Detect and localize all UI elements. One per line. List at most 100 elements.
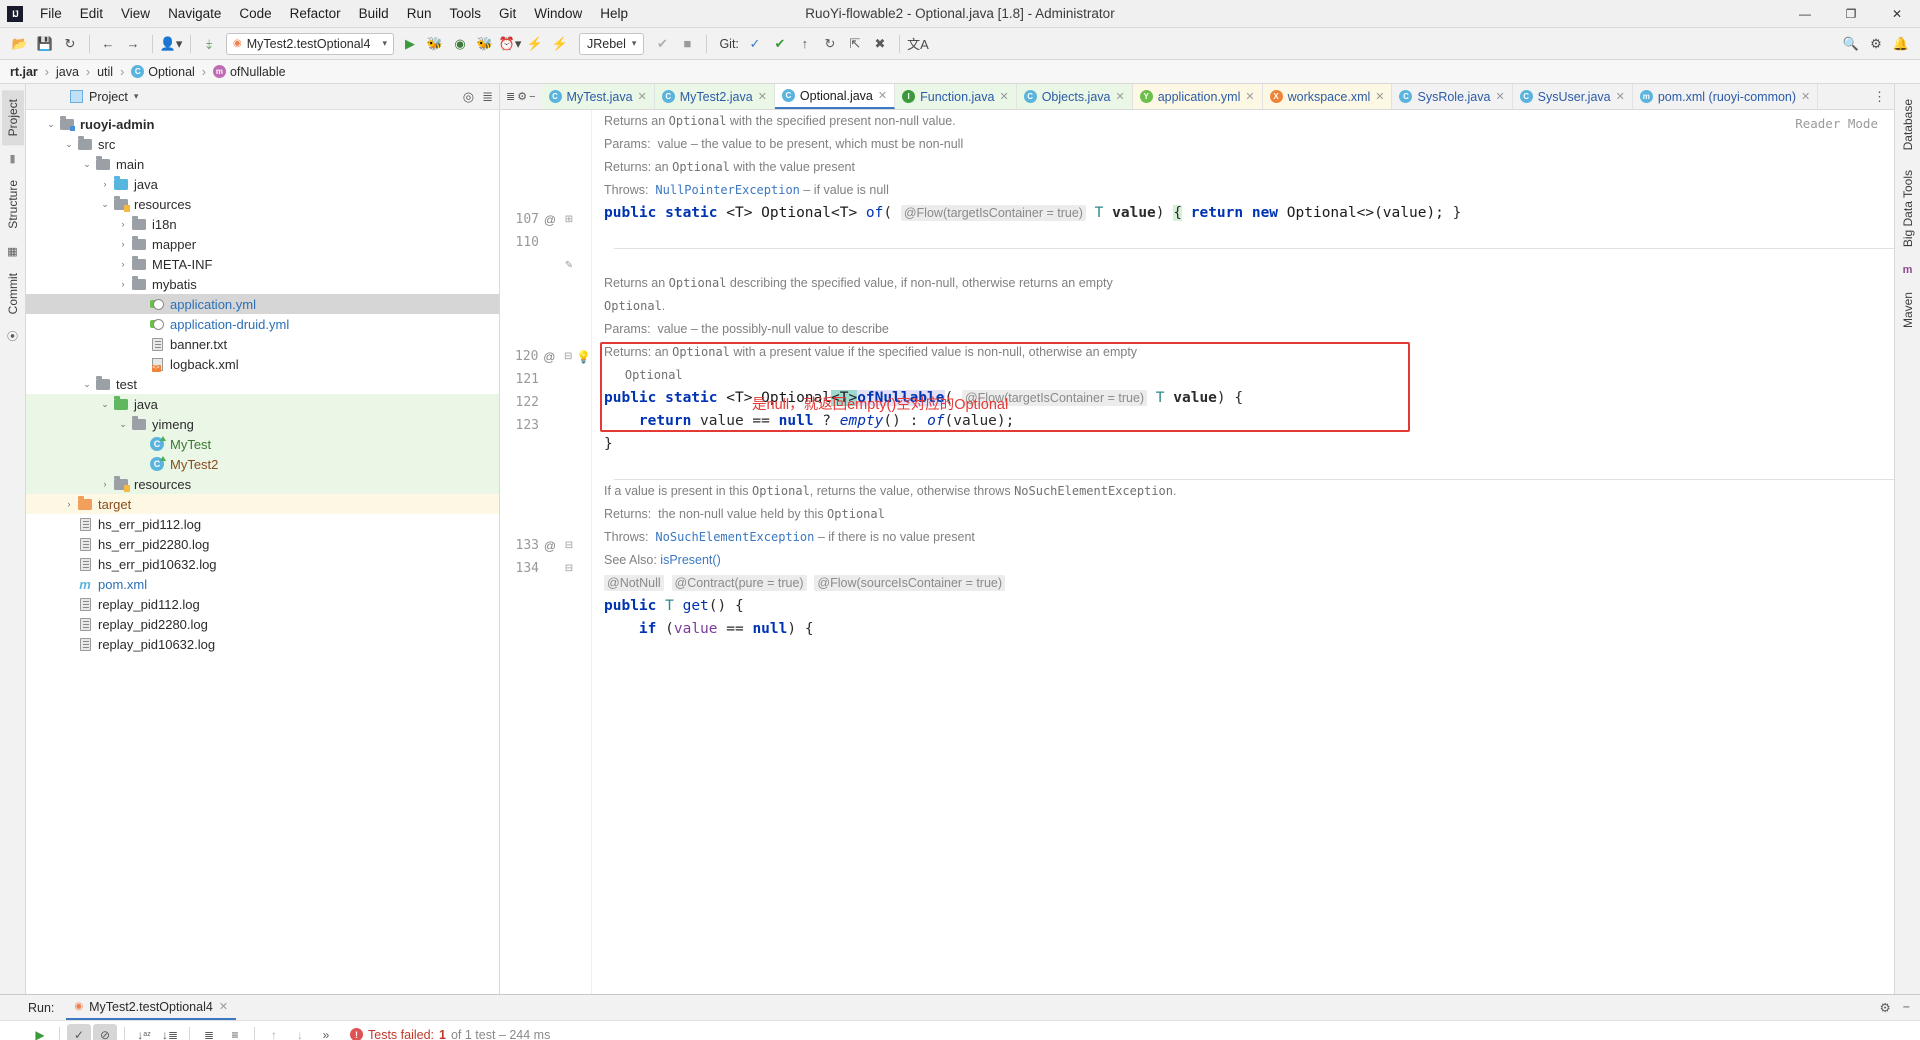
close-icon[interactable]: ✕: [638, 90, 647, 103]
fold-marker-icon[interactable]: ⊟: [561, 540, 577, 551]
chevron-icon[interactable]: ›: [116, 279, 130, 289]
settings-gear-icon[interactable]: ⚙: [1864, 32, 1888, 56]
tree-item-test[interactable]: ⌄ test: [26, 374, 499, 394]
chevron-icon[interactable]: ⌄: [98, 399, 112, 410]
sidebar-tab-structure[interactable]: Structure: [2, 171, 24, 238]
attach-profiler-icon[interactable]: ⏰▾: [498, 32, 522, 56]
git-update-icon[interactable]: ✓: [743, 32, 767, 56]
editor-gutter[interactable]: 107 @ ⊞ 110 ✎ 120 @ ⊟ 💡 121 122 123 133 @ ⊟ 134 ⊟: [500, 110, 592, 994]
chevron-icon[interactable]: ›: [116, 219, 130, 229]
run-with-coverage-icon[interactable]: ◉: [448, 32, 472, 56]
chevron-icon[interactable]: ›: [62, 499, 76, 509]
chevron-icon[interactable]: ⌄: [44, 119, 58, 130]
back-icon[interactable]: ←: [96, 32, 120, 56]
rerun-icon[interactable]: ▶: [28, 1024, 52, 1040]
tree-item-application-druid-yml[interactable]: application-druid.yml: [26, 314, 499, 334]
tree-item-replay-pid2280-log[interactable]: replay_pid2280.log: [26, 614, 499, 634]
menu-help[interactable]: Help: [591, 2, 637, 25]
sort-by-duration-icon[interactable]: ↓≣: [158, 1024, 182, 1040]
tree-item-yimeng[interactable]: ⌄ yimeng: [26, 414, 499, 434]
profiler-icon[interactable]: 🐝: [473, 32, 497, 56]
next-failed-icon[interactable]: ↓: [288, 1024, 312, 1040]
show-ignored-icon[interactable]: ⊘: [93, 1023, 117, 1040]
git-rollback-icon[interactable]: ✖: [868, 32, 892, 56]
editor-tab-pom-xml-ruoyi-common-[interactable]: m pom.xml (ruoyi-common) ✕: [1633, 84, 1819, 109]
collapse-all-icon[interactable]: ≡: [223, 1024, 247, 1040]
editor-tab-mytest2-java[interactable]: C MyTest2.java ✕: [654, 84, 775, 109]
show-passed-icon[interactable]: ✓: [67, 1023, 91, 1040]
tree-item-mapper[interactable]: › mapper: [26, 234, 499, 254]
more-tabs-icon[interactable]: ⋮: [1873, 89, 1886, 105]
git-history-icon[interactable]: ↻: [818, 32, 842, 56]
editor-tab-objects-java[interactable]: C Objects.java ✕: [1016, 84, 1133, 109]
fold-marker-icon[interactable]: ⊟: [561, 563, 577, 574]
menu-tools[interactable]: Tools: [440, 2, 490, 25]
sync-icon[interactable]: ↻: [58, 32, 82, 56]
minimize-icon[interactable]: −: [1903, 1000, 1910, 1015]
tree-item-java[interactable]: › java: [26, 174, 499, 194]
sidebar-tab-maven[interactable]: Maven: [1897, 283, 1919, 337]
gutter-line-122[interactable]: 122: [500, 391, 591, 414]
editor-tab-sysuser-java[interactable]: C SysUser.java ✕: [1513, 84, 1633, 109]
notifications-icon[interactable]: 🔔: [1889, 32, 1913, 56]
close-icon[interactable]: ✕: [1375, 90, 1384, 103]
tree-item-java[interactable]: ⌄ java: [26, 394, 499, 414]
menu-navigate[interactable]: Navigate: [159, 2, 230, 25]
close-icon[interactable]: ✕: [878, 89, 887, 102]
breadcrumb-item-optional[interactable]: C Optional: [127, 64, 199, 80]
close-icon[interactable]: ✕: [1801, 90, 1810, 103]
breadcrumb-item-util[interactable]: util: [93, 64, 117, 80]
jrebel-run-icon[interactable]: ⚡: [523, 32, 547, 56]
editor-tab-function-java[interactable]: I Function.java ✕: [895, 84, 1017, 109]
profile-dropdown-icon[interactable]: 👤▾: [159, 32, 183, 56]
gutter-line-blank[interactable]: ✎: [500, 254, 591, 277]
chevron-icon[interactable]: ›: [98, 179, 112, 189]
code-editor[interactable]: 107 @ ⊞ 110 ✎ 120 @ ⊟ 💡 121 122 123 133 @ ⊟ 134 ⊟ Reader…: [500, 110, 1894, 994]
jrebel-selector[interactable]: JRebel ▾: [579, 32, 645, 55]
menu-code[interactable]: Code: [230, 2, 280, 25]
tree-item-pom-xml[interactable]: m pom.xml: [26, 574, 499, 594]
git-commit-icon[interactable]: ✔: [768, 32, 792, 56]
tree-item-hs-err-pid10632-log[interactable]: hs_err_pid10632.log: [26, 554, 499, 574]
tree-item-mytest[interactable]: C MyTest: [26, 434, 499, 454]
chevron-icon[interactable]: ⌄: [62, 139, 76, 150]
tree-item-ruoyi-admin[interactable]: ⌄ ruoyi-admin: [26, 114, 499, 134]
gutter-line-110[interactable]: 110: [500, 231, 591, 254]
hide-icon[interactable]: −: [529, 91, 535, 103]
tree-item-hs-err-pid2280-log[interactable]: hs_err_pid2280.log: [26, 534, 499, 554]
fold-marker-icon[interactable]: ⊞: [561, 214, 577, 225]
breadcrumb-item-rtjar[interactable]: rt.jar: [6, 64, 42, 80]
editor-code[interactable]: Reader Mode Returns an Optional with the…: [592, 110, 1894, 994]
menu-build[interactable]: Build: [350, 2, 398, 25]
debug-icon[interactable]: 🐝: [423, 32, 447, 56]
build-icon[interactable]: ⤈: [197, 32, 221, 56]
fold-marker-icon[interactable]: ✎: [561, 260, 577, 271]
gutter-line-133[interactable]: 133 @ ⊟: [500, 534, 591, 557]
close-icon[interactable]: ✕: [1245, 90, 1254, 103]
open-project-icon[interactable]: 📂: [8, 32, 32, 56]
run-tab-mytest2[interactable]: ◉ MyTest2.testOptional4 ✕: [66, 996, 237, 1020]
close-icon[interactable]: ✕: [1616, 90, 1625, 103]
tree-item-main[interactable]: ⌄ main: [26, 154, 499, 174]
editor-tab-workspace-xml[interactable]: Xworkspace.xml ✕: [1262, 84, 1393, 109]
tree-item-replay-pid10632-log[interactable]: replay_pid10632.log: [26, 634, 499, 654]
menu-refactor[interactable]: Refactor: [281, 2, 350, 25]
close-icon[interactable]: ✕: [1495, 90, 1504, 103]
close-icon[interactable]: ✕: [758, 90, 767, 103]
tree-item-application-yml[interactable]: application.yml: [26, 294, 499, 314]
close-icon[interactable]: ✕: [219, 1000, 228, 1013]
sidebar-tab-bigdatatools[interactable]: Big Data Tools: [1897, 161, 1919, 256]
tree-item-src[interactable]: ⌄ src: [26, 134, 499, 154]
gutter-line-120[interactable]: 120 @ ⊟ 💡: [500, 345, 591, 368]
chevron-icon[interactable]: ⌄: [80, 379, 94, 390]
chevron-icon[interactable]: ⌄: [116, 419, 130, 430]
tree-item-mybatis[interactable]: › mybatis: [26, 274, 499, 294]
breadcrumb-item-java[interactable]: java: [52, 64, 83, 80]
more-options-icon[interactable]: »: [314, 1024, 338, 1040]
tree-item-resources[interactable]: › resources: [26, 474, 499, 494]
tree-item-logback-xml[interactable]: logback.xml: [26, 354, 499, 374]
gutter-line-107[interactable]: 107 @ ⊞: [500, 208, 591, 231]
sidebar-tab-commit[interactable]: Commit: [2, 264, 24, 323]
terminate-icon[interactable]: ■: [675, 32, 699, 56]
sidebar-tab-project[interactable]: Project: [1, 90, 24, 146]
